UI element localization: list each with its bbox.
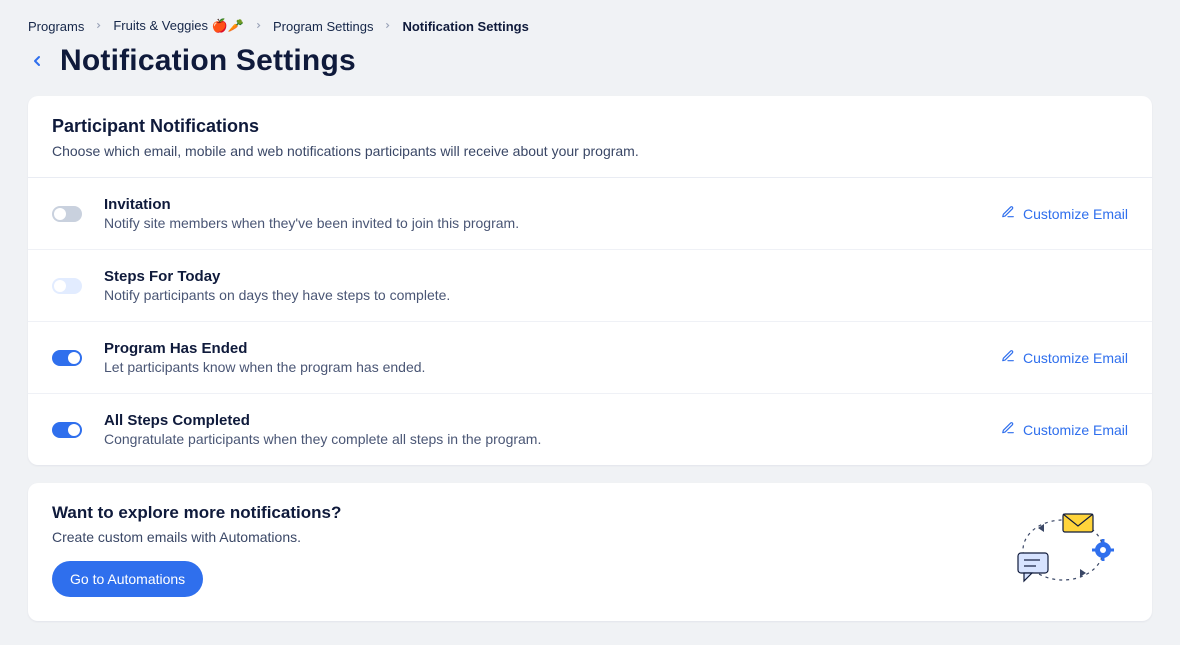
pencil-icon: [1001, 349, 1015, 366]
section-subheading: Choose which email, mobile and web notif…: [52, 143, 1128, 159]
automations-illustration: [1008, 505, 1118, 595]
section-heading: Participant Notifications: [52, 116, 1128, 137]
explore-automations-card: Want to explore more notifications? Crea…: [28, 483, 1152, 621]
customize-label: Customize Email: [1023, 350, 1128, 366]
pencil-icon: [1001, 421, 1015, 438]
toggle-program-ended[interactable]: [52, 350, 82, 366]
chevron-right-icon: [254, 19, 263, 33]
notification-row-steps-today: Steps For Today Notify participants on d…: [28, 250, 1152, 322]
page-title: Notification Settings: [60, 44, 356, 78]
chevron-right-icon: [383, 19, 392, 33]
customize-label: Customize Email: [1023, 206, 1128, 222]
row-desc: Let participants know when the program h…: [104, 359, 979, 375]
breadcrumb-item-program[interactable]: Fruits & Veggies 🍎🥕: [113, 18, 244, 34]
breadcrumb-item-current: Notification Settings: [402, 19, 528, 34]
row-desc: Congratulate participants when they comp…: [104, 431, 979, 447]
row-desc: Notify site members when they've been in…: [104, 215, 979, 231]
row-title: Steps For Today: [104, 268, 1128, 285]
row-title: Invitation: [104, 196, 979, 213]
breadcrumb: Programs Fruits & Veggies 🍎🥕 Program Set…: [28, 18, 1152, 34]
customize-email-link[interactable]: Customize Email: [1001, 205, 1128, 222]
explore-subheading: Create custom emails with Automations.: [52, 529, 341, 545]
customize-email-link[interactable]: Customize Email: [1001, 349, 1128, 366]
row-title: Program Has Ended: [104, 340, 979, 357]
chevron-right-icon: [94, 19, 103, 33]
pencil-icon: [1001, 205, 1015, 222]
customize-email-link[interactable]: Customize Email: [1001, 421, 1128, 438]
toggle-invitation[interactable]: [52, 206, 82, 222]
toggle-all-steps[interactable]: [52, 422, 82, 438]
back-arrow-icon[interactable]: [28, 52, 46, 70]
participant-notifications-card: Participant Notifications Choose which e…: [28, 96, 1152, 465]
notification-row-all-steps-completed: All Steps Completed Congratulate partici…: [28, 394, 1152, 465]
row-desc: Notify participants on days they have st…: [104, 287, 1128, 303]
notification-row-invitation: Invitation Notify site members when they…: [28, 178, 1152, 250]
explore-heading: Want to explore more notifications?: [52, 503, 341, 523]
toggle-steps-today[interactable]: [52, 278, 82, 294]
breadcrumb-item-programs[interactable]: Programs: [28, 19, 84, 34]
row-title: All Steps Completed: [104, 412, 979, 429]
notification-row-program-ended: Program Has Ended Let participants know …: [28, 322, 1152, 394]
go-to-automations-button[interactable]: Go to Automations: [52, 561, 203, 597]
breadcrumb-item-program-settings[interactable]: Program Settings: [273, 19, 373, 34]
customize-label: Customize Email: [1023, 422, 1128, 438]
